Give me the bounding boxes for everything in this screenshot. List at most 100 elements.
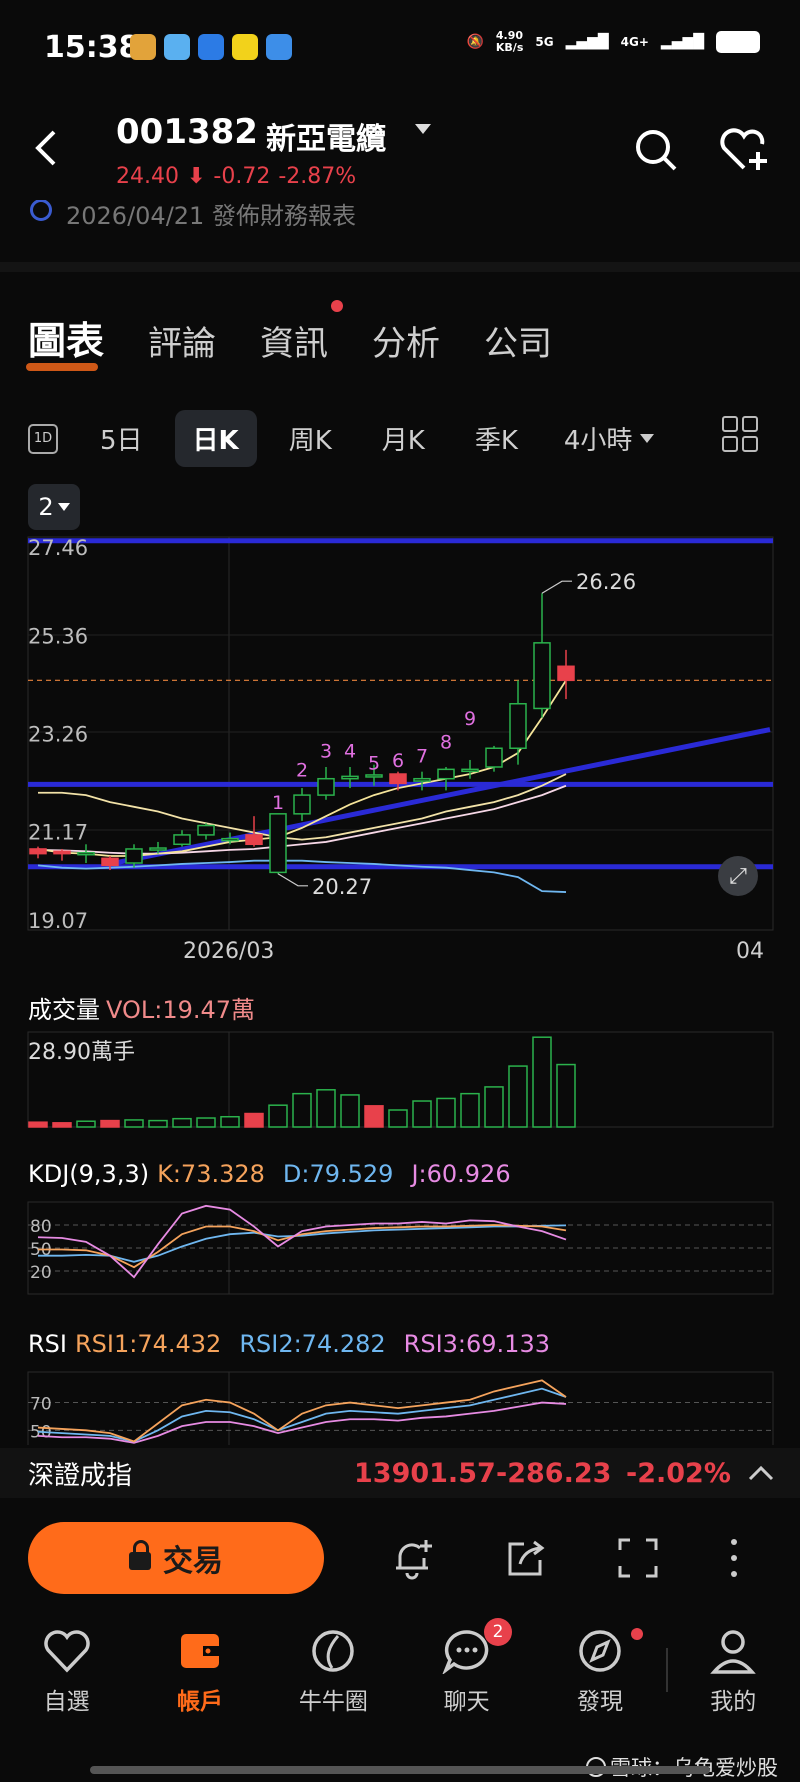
volume-bar bbox=[172, 1117, 192, 1128]
candle-body bbox=[245, 834, 263, 846]
lock-icon bbox=[129, 1540, 151, 1570]
wallet-icon bbox=[180, 1634, 219, 1668]
nav-profile[interactable]: 我的 bbox=[667, 1628, 800, 1738]
nav-label: 聊天 bbox=[443, 1689, 490, 1715]
volume-bar bbox=[364, 1105, 384, 1128]
nav-community[interactable]: 牛牛圈 bbox=[267, 1628, 400, 1738]
nav-account[interactable]: 帳戶 bbox=[133, 1628, 266, 1738]
volume-bar bbox=[292, 1092, 312, 1128]
volume-bar bbox=[340, 1094, 360, 1128]
rsi-lines: 7050 bbox=[28, 1379, 773, 1444]
candle-body bbox=[341, 775, 359, 780]
volume-bar bbox=[244, 1112, 264, 1128]
discover-unread-dot bbox=[631, 1628, 644, 1640]
wave-count-label: 6 bbox=[392, 750, 404, 772]
nav-chat[interactable]: 聊天 2 bbox=[400, 1618, 533, 1738]
kdj-j-value: J:60.926 bbox=[411, 1160, 511, 1188]
volume-bar bbox=[76, 1120, 96, 1128]
volume-bar bbox=[52, 1122, 72, 1128]
community-circle-icon bbox=[312, 1630, 355, 1672]
candle-body bbox=[101, 857, 119, 867]
index-change: -286.23 bbox=[496, 1457, 612, 1489]
wave-count-label: 9 bbox=[464, 708, 476, 730]
kdj-d-value: D:79.529 bbox=[282, 1160, 394, 1188]
candle-body bbox=[221, 837, 239, 842]
chat-unread-badge: 2 bbox=[483, 1618, 512, 1646]
volume-bar bbox=[196, 1117, 216, 1128]
kline-labels: 27.46 25.36 23.26 21.17 19.07 2026/03 04 123 45 6… bbox=[28, 536, 764, 964]
y-tick-label: 23.26 bbox=[28, 723, 88, 747]
volume-bar bbox=[508, 1065, 528, 1128]
low-price-label: 20.27 bbox=[312, 875, 372, 899]
volume-bar bbox=[556, 1063, 576, 1128]
rsi2-line bbox=[37, 1387, 567, 1443]
nav-watchlist[interactable]: 自選 bbox=[0, 1628, 133, 1738]
candle-body bbox=[365, 774, 383, 778]
candle-body bbox=[437, 768, 455, 780]
wave-count-label: 4 bbox=[344, 741, 356, 763]
kline-panel-frame bbox=[27, 536, 774, 931]
volume-bar bbox=[268, 1104, 288, 1128]
share-icon[interactable] bbox=[504, 1536, 548, 1580]
candle-body bbox=[509, 703, 527, 750]
high-price-label: 26.26 bbox=[576, 570, 636, 594]
expand-chart-icon[interactable]: ⤢ bbox=[718, 856, 758, 896]
nav-label: 帳戶 bbox=[176, 1689, 223, 1715]
nav-separator bbox=[666, 1648, 668, 1692]
x-tick-label: 04 bbox=[736, 939, 764, 964]
nav-label: 自選 bbox=[43, 1689, 90, 1715]
kdj-level-label: 20 bbox=[30, 1263, 52, 1283]
index-ticker-bar[interactable]: 深證成指 13901.57 -286.23 -2.02% bbox=[0, 1448, 800, 1498]
compass-icon bbox=[579, 1630, 621, 1672]
volume-bar bbox=[316, 1089, 336, 1128]
volume-bar bbox=[436, 1097, 456, 1128]
candle-body bbox=[557, 665, 575, 682]
wave-count-label: 2 bbox=[296, 759, 308, 781]
volume-bar bbox=[388, 1109, 408, 1128]
person-icon bbox=[710, 1630, 757, 1674]
trade-label: 交易 bbox=[163, 1544, 223, 1579]
wave-count-label: 7 bbox=[416, 745, 428, 767]
rsi-title-row: RSI RSI1:74.432 RSI2:74.282 RSI3:69.133 bbox=[28, 1330, 550, 1358]
home-indicator bbox=[90, 1766, 710, 1774]
y-tick-label: 25.36 bbox=[28, 624, 88, 648]
index-change-pct: -2.02% bbox=[626, 1457, 731, 1489]
rsi3-value: RSI3:69.133 bbox=[403, 1330, 550, 1358]
volume-title-row: 成交量 VOL:19.47萬 bbox=[28, 990, 255, 1025]
bottom-nav: 自選 帳戶 牛牛圈 聊天 2 發現 我的 bbox=[0, 1618, 800, 1738]
candle-body bbox=[197, 824, 215, 836]
volume-bar bbox=[412, 1100, 432, 1128]
kdj-title: KDJ(9,3,3) bbox=[28, 1160, 150, 1188]
high-marker-leader bbox=[541, 580, 572, 594]
volume-title: 成交量 bbox=[28, 996, 100, 1024]
candle-body bbox=[125, 848, 143, 864]
chevron-up-icon[interactable] bbox=[748, 1464, 774, 1482]
candle-body bbox=[173, 834, 191, 846]
price-alert-icon[interactable] bbox=[390, 1536, 434, 1580]
y-tick-label: 19.07 bbox=[28, 909, 88, 933]
x-tick-label: 2026/03 bbox=[183, 939, 274, 964]
candle-body bbox=[77, 851, 95, 856]
index-name: 深證成指 bbox=[28, 1460, 133, 1491]
kdj-k-value: K:73.328 bbox=[157, 1160, 265, 1188]
candle-body bbox=[413, 777, 431, 782]
kdj-j-line bbox=[37, 1204, 567, 1279]
volume-bar bbox=[484, 1086, 504, 1128]
chart-canvas[interactable]: 27.46 25.36 23.26 21.17 19.07 2026/03 04 123 45 6… bbox=[0, 0, 800, 1445]
rsi2-value: RSI2:74.282 bbox=[239, 1330, 386, 1358]
candle-body bbox=[533, 642, 551, 710]
fullscreen-icon[interactable] bbox=[616, 1536, 660, 1580]
more-menu-icon[interactable] bbox=[724, 1536, 744, 1580]
low-marker-leader bbox=[277, 873, 308, 887]
candle-body bbox=[293, 794, 311, 815]
rsi-level-label: 70 bbox=[30, 1395, 52, 1415]
rsi-title: RSI bbox=[28, 1330, 67, 1358]
volume-value: VOL:19.47萬 bbox=[106, 996, 256, 1024]
nav-label: 牛牛圈 bbox=[298, 1689, 368, 1715]
volume-bar bbox=[460, 1092, 480, 1128]
nav-discover[interactable]: 發現 bbox=[533, 1628, 666, 1738]
candle-body bbox=[485, 747, 503, 768]
y-tick-label: 27.46 bbox=[28, 536, 88, 560]
trade-button[interactable]: 交易 bbox=[28, 1522, 324, 1594]
nav-label: 我的 bbox=[710, 1689, 757, 1715]
